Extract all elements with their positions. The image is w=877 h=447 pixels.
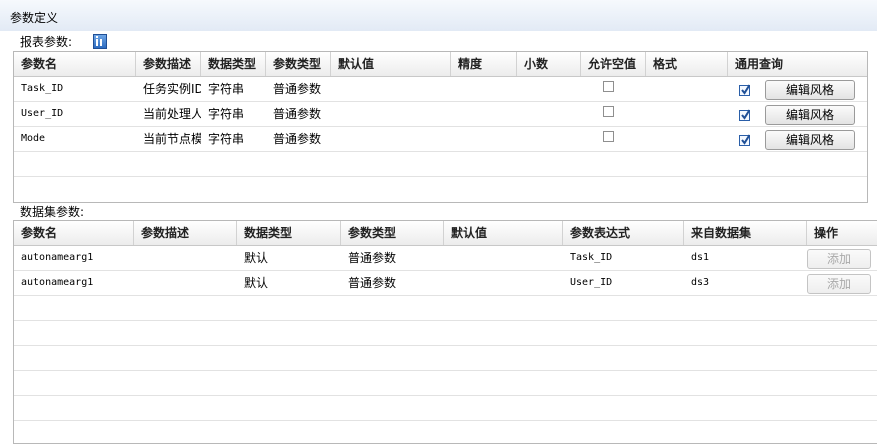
param-name-cell[interactable]: User_ID	[14, 102, 136, 126]
col-header-data-type[interactable]: 数据类型	[201, 52, 266, 76]
data-type-cell[interactable]: 默认	[237, 271, 341, 295]
param-name-cell[interactable]: autonamearg1	[14, 271, 134, 295]
expression-cell[interactable]: User_ID	[563, 271, 684, 295]
add-button[interactable]: 添加	[807, 274, 871, 294]
param-type-cell[interactable]: 普通参数	[266, 77, 331, 101]
empty-row	[14, 396, 877, 421]
report-params-table: 参数名 参数描述 数据类型 参数类型 默认值 精度 小数 允许空值 格式 通用查…	[13, 51, 868, 203]
param-desc-cell[interactable]	[134, 246, 237, 270]
param-name-cell[interactable]: Task_ID	[14, 77, 136, 101]
common-query-checkbox[interactable]	[739, 134, 750, 146]
window-title: 参数定义	[10, 11, 59, 25]
param-desc-cell[interactable]: 当前节点模	[136, 127, 201, 151]
param-desc-cell[interactable]: 当前处理人	[136, 102, 201, 126]
param-type-cell[interactable]: 普通参数	[266, 102, 331, 126]
col-header-param-name[interactable]: 参数名	[14, 52, 136, 76]
col-header-precision[interactable]: 精度	[451, 52, 517, 76]
table-row[interactable]: autonamearg1 默认 普通参数 User_ID ds3 添加	[14, 271, 877, 296]
param-type-cell[interactable]: 普通参数	[266, 127, 331, 151]
col-header-param-desc[interactable]: 参数描述	[134, 221, 237, 245]
default-cell[interactable]	[444, 271, 563, 295]
edit-style-button[interactable]: 编辑风格	[765, 105, 855, 125]
col-header-param-name[interactable]: 参数名	[14, 221, 134, 245]
param-type-cell[interactable]: 普通参数	[341, 246, 444, 270]
param-desc-cell[interactable]	[134, 271, 237, 295]
empty-row	[14, 346, 877, 371]
add-button[interactable]: 添加	[807, 249, 871, 269]
col-header-common-query[interactable]: 通用查询	[728, 52, 867, 76]
common-query-checkbox[interactable]	[739, 109, 750, 121]
col-header-allow-null[interactable]: 允许空值	[581, 52, 646, 76]
col-header-operation[interactable]: 操作	[807, 221, 877, 245]
info-icon[interactable]	[93, 34, 107, 49]
allow-null-checkbox[interactable]	[603, 81, 614, 92]
col-header-param-type[interactable]: 参数类型	[341, 221, 444, 245]
allow-null-checkbox[interactable]	[603, 106, 614, 117]
col-header-decimal[interactable]: 小数	[517, 52, 581, 76]
dataset-cell[interactable]: ds1	[684, 246, 807, 270]
col-header-default[interactable]: 默认值	[331, 52, 451, 76]
data-type-cell[interactable]: 字符串	[201, 77, 266, 101]
param-type-cell[interactable]: 普通参数	[341, 271, 444, 295]
table-row[interactable]: Mode 当前节点模 字符串 普通参数 编辑风格	[14, 127, 867, 152]
data-type-cell[interactable]: 字符串	[201, 102, 266, 126]
col-header-data-type[interactable]: 数据类型	[237, 221, 341, 245]
table-row[interactable]: autonamearg1 默认 普通参数 Task_ID ds1 添加	[14, 246, 877, 271]
title-bar: 参数定义	[0, 0, 877, 32]
empty-row	[14, 296, 877, 321]
col-header-format[interactable]: 格式	[646, 52, 728, 76]
report-params-label: 报表参数:	[20, 35, 73, 49]
empty-row	[14, 152, 867, 177]
empty-row	[14, 371, 877, 396]
common-query-checkbox[interactable]	[739, 84, 750, 96]
empty-row	[14, 421, 877, 443]
col-header-from-dataset[interactable]: 来自数据集	[684, 221, 807, 245]
dataset-params-header: 参数名 参数描述 数据类型 参数类型 默认值 参数表达式 来自数据集 操作	[14, 221, 877, 246]
param-name-cell[interactable]: autonamearg1	[14, 246, 134, 270]
table-row[interactable]: User_ID 当前处理人 字符串 普通参数 编辑风格	[14, 102, 867, 127]
param-desc-cell[interactable]: 任务实例ID	[136, 77, 201, 101]
report-params-header: 参数名 参数描述 数据类型 参数类型 默认值 精度 小数 允许空值 格式 通用查…	[14, 52, 867, 77]
param-name-cell[interactable]: Mode	[14, 127, 136, 151]
col-header-expression[interactable]: 参数表达式	[563, 221, 684, 245]
col-header-param-type[interactable]: 参数类型	[266, 52, 331, 76]
empty-row	[14, 321, 877, 346]
dataset-cell[interactable]: ds3	[684, 271, 807, 295]
col-header-default[interactable]: 默认值	[444, 221, 563, 245]
data-type-cell[interactable]: 字符串	[201, 127, 266, 151]
expression-cell[interactable]: Task_ID	[563, 246, 684, 270]
dataset-params-label: 数据集参数:	[20, 205, 85, 219]
default-cell[interactable]	[444, 246, 563, 270]
edit-style-button[interactable]: 编辑风格	[765, 130, 855, 150]
edit-style-button[interactable]: 编辑风格	[765, 80, 855, 100]
data-type-cell[interactable]: 默认	[237, 246, 341, 270]
col-header-param-desc[interactable]: 参数描述	[136, 52, 201, 76]
allow-null-checkbox[interactable]	[603, 131, 614, 142]
table-row[interactable]: Task_ID 任务实例ID 字符串 普通参数 编辑风格	[14, 77, 867, 102]
dataset-params-table: 参数名 参数描述 数据类型 参数类型 默认值 参数表达式 来自数据集 操作 au…	[13, 220, 877, 444]
